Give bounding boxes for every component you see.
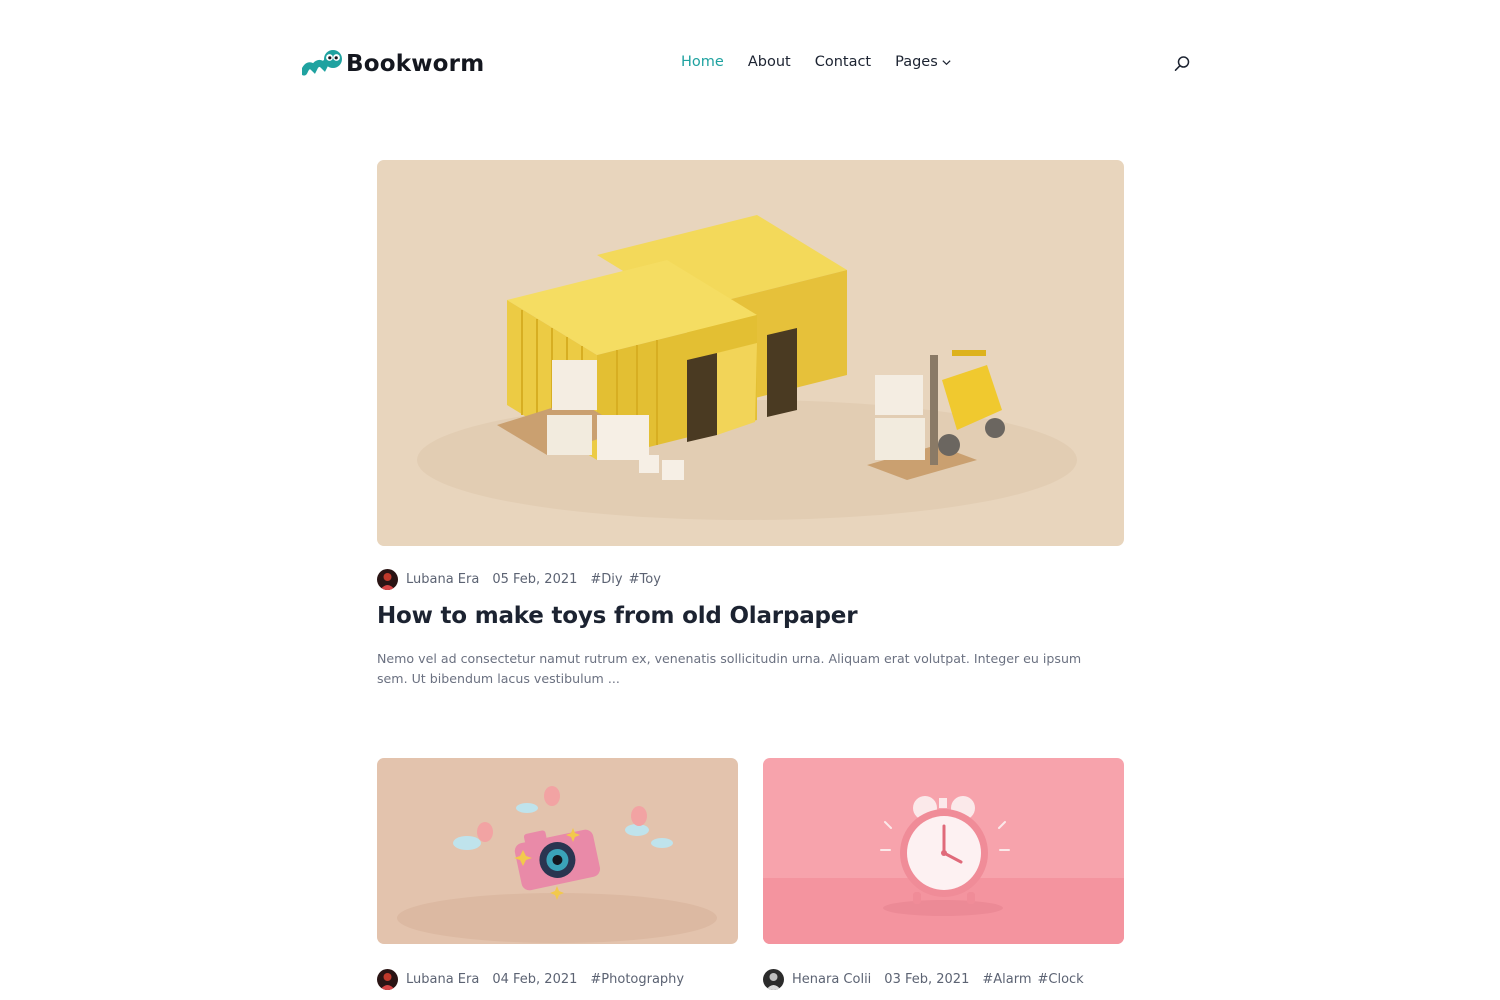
featured-post-meta: Lubana Era 05 Feb, 2021 #Diy #Toy — [377, 569, 667, 590]
author-avatar — [377, 969, 398, 990]
post-tag[interactable]: #Diy — [590, 572, 622, 587]
post-date: 03 Feb, 2021 — [884, 972, 970, 987]
author-avatar — [377, 569, 398, 590]
chevron-down-icon — [942, 59, 951, 65]
post-tag[interactable]: #Toy — [629, 572, 661, 587]
author-avatar — [763, 969, 784, 990]
featured-post-excerpt: Nemo vel ad consectetur namut rutrum ex,… — [377, 651, 1082, 686]
post-card-image[interactable] — [377, 758, 738, 944]
post-card-meta: Lubana Era 04 Feb, 2021 #Photography — [377, 969, 690, 990]
post-tag[interactable]: #Alarm — [982, 972, 1031, 987]
camera-balloons-illustration — [377, 758, 738, 944]
brand-name: Bookworm — [346, 51, 485, 77]
shipping-containers-illustration — [377, 160, 1124, 546]
post-date: 04 Feb, 2021 — [492, 972, 578, 987]
post-card-image[interactable] — [763, 758, 1124, 944]
nav-item-pages-label: Pages — [895, 54, 938, 70]
brand-logo[interactable]: Bookworm — [302, 46, 484, 82]
nav-item-pages[interactable]: Pages — [895, 54, 952, 70]
post-date: 05 Feb, 2021 — [492, 572, 578, 587]
post-author[interactable]: Lubana Era — [406, 972, 479, 987]
nav-item-home[interactable]: Home — [681, 54, 724, 70]
featured-post-image[interactable] — [377, 160, 1124, 546]
search-icon[interactable] — [1172, 54, 1192, 74]
post-card-meta: Henara Colii 03 Feb, 2021 #Alarm #Clock — [763, 969, 1090, 990]
post-author[interactable]: Henara Colii — [792, 972, 871, 987]
featured-post-title[interactable]: How to make toys from old Olarpaper — [377, 603, 858, 629]
alarm-clock-illustration — [763, 758, 1124, 944]
post-author[interactable]: Lubana Era — [406, 572, 479, 587]
nav-item-contact[interactable]: Contact — [815, 54, 871, 70]
site-header: Bookworm Home About Contact Pages — [0, 0, 1500, 130]
bookworm-logo-icon — [302, 50, 342, 76]
nav-item-about[interactable]: About — [748, 54, 791, 70]
main-nav: Home About Contact Pages — [681, 54, 976, 70]
post-tag[interactable]: #Photography — [590, 972, 684, 987]
post-tag[interactable]: #Clock — [1038, 972, 1084, 987]
